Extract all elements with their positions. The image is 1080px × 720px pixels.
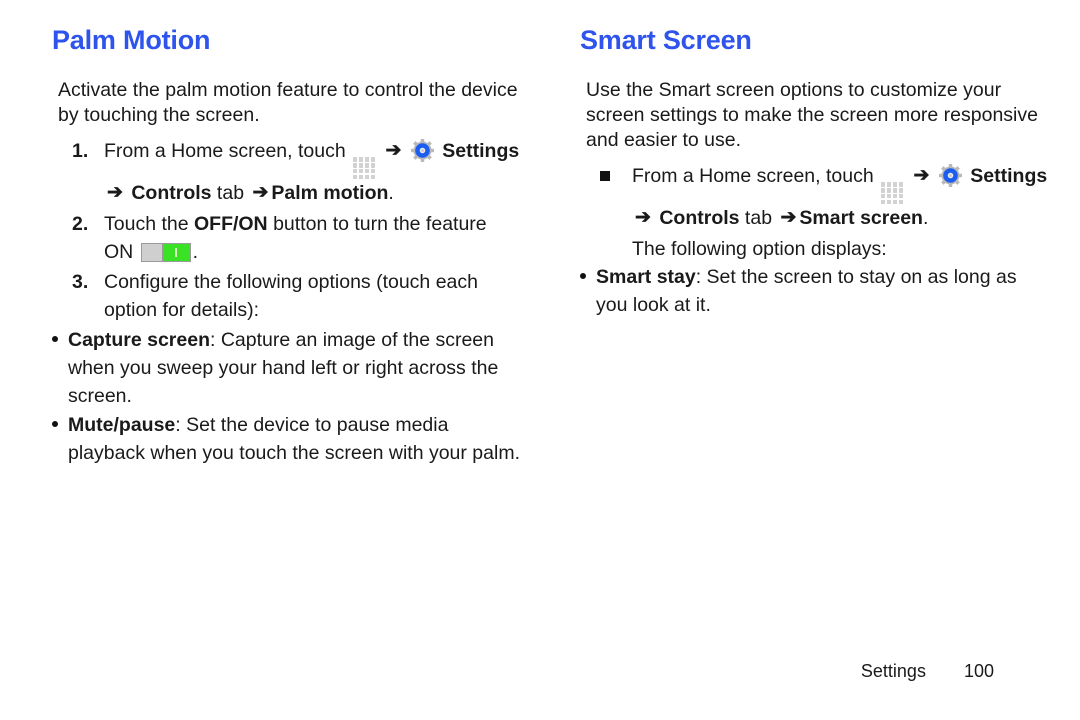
option-item-capture-screen: Capture screen: Capture an image of the …: [52, 326, 522, 410]
footer-page-number: 100: [963, 661, 994, 681]
period: .: [922, 207, 929, 230]
tab-word: tab: [739, 207, 778, 230]
on-word: ON: [104, 241, 134, 264]
option-name: Smart stay: [596, 266, 696, 289]
intro-paragraph-right: Use the Smart screen options to customiz…: [586, 78, 1038, 151]
step-text-prefix: From a Home screen, touch: [104, 139, 346, 162]
bullet-dot-icon: [52, 336, 58, 343]
square-bullet-list-right: From a Home screen, touch ➔ Settings ➔ C…: [580, 162, 1050, 234]
square-bullet-icon: [600, 170, 610, 181]
option-item-smart-stay: Smart stay: Set the screen to stay on as…: [580, 263, 1050, 319]
apps-grid-icon[interactable]: [353, 157, 376, 180]
step-number: 3.: [72, 271, 89, 294]
step2-text-a: Touch the: [104, 213, 194, 236]
controls-tab-label: Controls: [659, 207, 740, 230]
bullet-dot-icon: [580, 273, 586, 280]
footer-section-label: Settings: [860, 661, 926, 681]
arrow-icon-2: ➔: [635, 207, 651, 229]
step-item-2: 2. Touch the OFF/ON button to turn the f…: [52, 210, 522, 266]
off-on-label: OFF/ON: [193, 213, 268, 236]
off-on-toggle[interactable]: [140, 243, 191, 263]
page-footer: Settings 100: [861, 661, 994, 682]
options-list-left: Capture screen: Capture an image of the …: [52, 326, 522, 467]
settings-gear-icon[interactable]: [410, 138, 434, 162]
smart-screen-label: Smart screen: [799, 207, 923, 230]
manual-page: Palm Motion Activate the palm motion fea…: [0, 0, 1080, 720]
period: .: [388, 182, 394, 205]
intro-paragraph-left: Activate the palm motion feature to cont…: [58, 78, 518, 126]
arrow-icon: ➔: [913, 164, 930, 186]
step2-period: .: [192, 241, 199, 264]
option-name: Capture screen: [68, 329, 210, 352]
arrow-icon-2: ➔: [107, 182, 123, 204]
step-text: Configure the following options (touch e…: [104, 271, 478, 322]
step-text: Touch the OFF/ON button to turn the feat…: [104, 213, 487, 263]
bullet-text-prefix: From a Home screen, touch: [632, 164, 874, 187]
apps-grid-icon[interactable]: [881, 182, 904, 205]
right-column: Smart Screen Use the Smart screen option…: [580, 25, 1050, 720]
step-item-1: 1. From a Home screen, touch ➔ Settings …: [52, 137, 522, 209]
page-title-palm-motion: Palm Motion: [52, 25, 211, 55]
option-item-mute-pause: Mute/pause: Set the device to pause medi…: [52, 411, 522, 467]
step2-text-b: button to turn the feature: [267, 213, 487, 236]
follow-up-line: The following option displays:: [632, 238, 887, 261]
arrow-icon: ➔: [385, 139, 402, 161]
step-text: From a Home screen, touch ➔ Settings ➔ C…: [104, 138, 520, 205]
toggle-knob: [161, 244, 190, 262]
bullet-item-smart-screen-path: From a Home screen, touch ➔ Settings ➔ C…: [580, 162, 1050, 234]
steps-list-left: 1. From a Home screen, touch ➔ Settings …: [52, 137, 522, 325]
tab-word: tab: [211, 182, 250, 205]
step-number: 1.: [72, 139, 89, 162]
step-item-3: 3. Configure the following options (touc…: [52, 268, 522, 324]
settings-label: Settings: [970, 164, 1048, 187]
settings-label: Settings: [442, 139, 520, 162]
left-column: Palm Motion Activate the palm motion fea…: [52, 25, 522, 720]
options-list-right: Smart stay: Set the screen to stay on as…: [580, 263, 1050, 319]
step-number: 2.: [72, 213, 89, 236]
page-title-smart-screen: Smart Screen: [580, 25, 752, 55]
option-name: Mute/pause: [68, 414, 176, 437]
arrow-icon-3: ➔: [780, 207, 797, 229]
settings-gear-icon[interactable]: [938, 163, 962, 187]
arrow-icon-3: ➔: [252, 182, 269, 204]
palm-motion-label: Palm motion: [271, 182, 389, 205]
controls-tab-label: Controls: [131, 182, 212, 205]
bullet-dot-icon: [52, 421, 58, 428]
